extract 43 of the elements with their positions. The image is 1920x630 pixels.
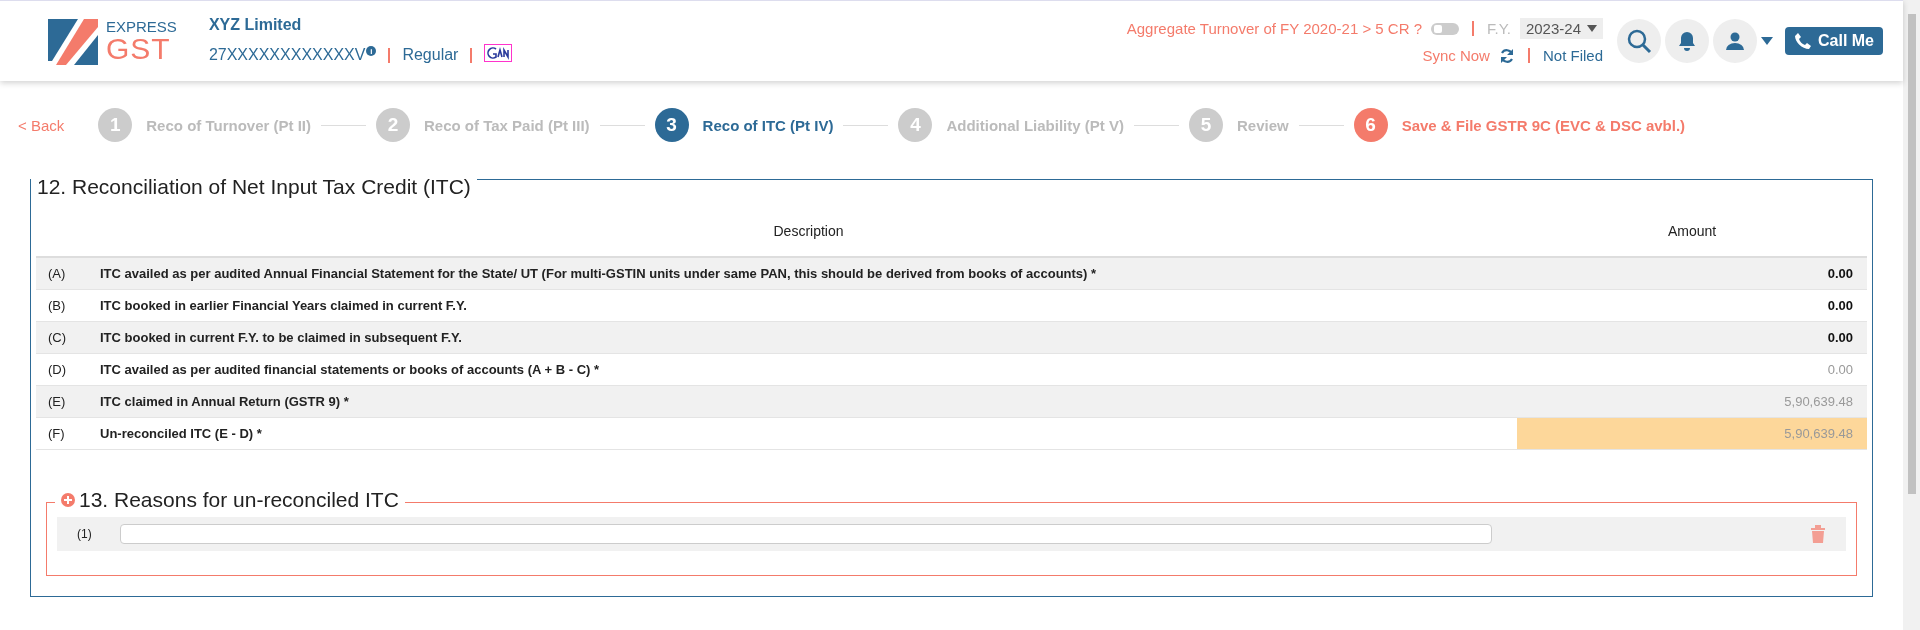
search-icon <box>1626 28 1652 54</box>
row-code: (C) <box>36 322 100 354</box>
gstin-text: 27XXXXXXXXXXXXV <box>208 46 366 63</box>
filing-status: Not Filed <box>1542 47 1603 64</box>
user-button[interactable] <box>1713 19 1757 63</box>
registration-type: Regular <box>402 46 459 64</box>
amount-value: 5,90,639.48 <box>1517 386 1867 418</box>
toggle-switch[interactable] <box>1431 22 1459 35</box>
gsn-logo-icon <box>484 44 513 62</box>
fy-dropdown[interactable]: 2023-24 <box>1519 18 1603 39</box>
row-code: (E) <box>36 386 100 418</box>
fy-label: F.Y. <box>1487 20 1511 37</box>
section-title: 13. Reasons for un-reconciled ITC <box>79 488 399 512</box>
row-code: (A) <box>36 258 100 290</box>
row-description: ITC claimed in Annual Return (GSTR 9) * <box>100 386 1517 418</box>
row-code: (1) <box>77 527 92 541</box>
logo-text: GST <box>106 33 171 64</box>
bell-icon <box>1678 31 1696 51</box>
turnover-question: Aggregate Turnover of FY 2020-21 > 5 CR ? <box>1126 20 1422 37</box>
amount-value: 5,90,639.48 <box>1517 418 1867 450</box>
user-icon <box>1726 32 1744 50</box>
amount-field[interactable]: 0.00 <box>1517 322 1867 354</box>
caret-icon <box>1587 25 1597 32</box>
step-number: 6 <box>1353 108 1388 142</box>
company-name: XYZ Limited <box>208 16 303 34</box>
scrollbar[interactable] <box>1903 0 1920 630</box>
caret-icon[interactable] <box>1761 37 1773 45</box>
refresh-icon[interactable] <box>1498 47 1515 64</box>
step-number: 3 <box>654 108 689 142</box>
row-description: ITC availed as per audited Annual Financial Statement for the State/ UT (For multi-GSTIN units under same PAN, this should be derived from books of accounts) * <box>100 258 1517 290</box>
row-code: (F) <box>36 418 100 450</box>
call-me-button[interactable]: Call Me <box>1785 27 1883 55</box>
gstin-search-button[interactable] <box>1617 19 1661 63</box>
notification-button[interactable] <box>1665 19 1709 63</box>
amount-field[interactable]: 0.00 <box>1517 258 1867 290</box>
logo-text: EXPRESS <box>106 18 177 34</box>
reason-input-field[interactable] <box>119 524 1492 544</box>
wizard-step[interactable]: 3 Reco of ITC (Pt IV) <box>654 108 834 142</box>
add-icon[interactable] <box>61 493 75 507</box>
phone-icon <box>1794 32 1812 50</box>
row-description: ITC booked in current F.Y. to be claimed in subsequent F.Y. <box>100 322 1517 354</box>
row-description: Un-reconciled ITC (E - D) * <box>100 418 1517 450</box>
info-icon[interactable]: i <box>366 46 377 57</box>
